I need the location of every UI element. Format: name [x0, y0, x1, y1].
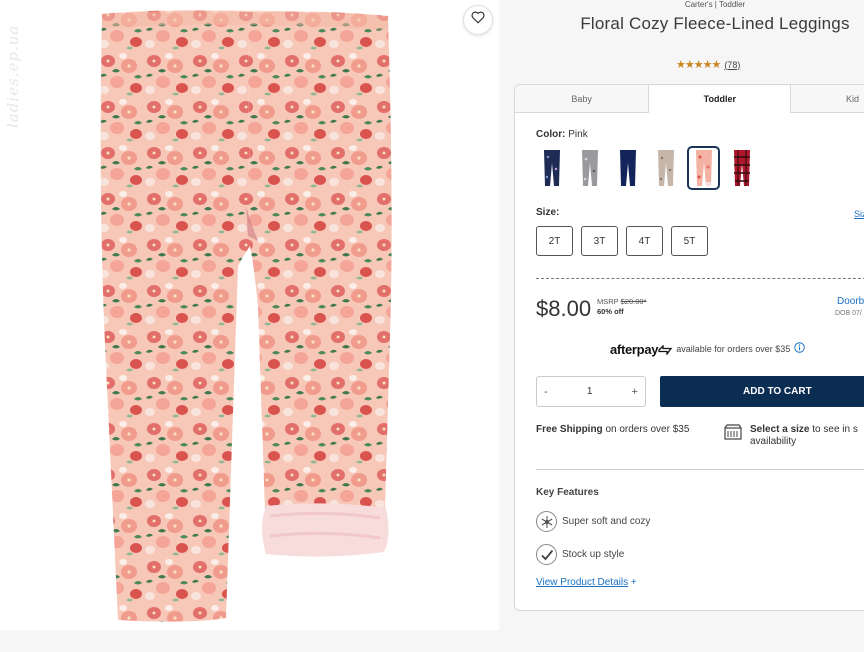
price-divider	[536, 278, 864, 279]
color-swatch-red-plaid[interactable]	[725, 146, 758, 190]
size-label-row: Size:	[536, 207, 559, 218]
color-label: Color:	[536, 129, 566, 140]
info-icon[interactable]	[794, 340, 805, 358]
feature-label: Stock up style	[562, 549, 625, 560]
color-swatch-pink-floral[interactable]	[687, 146, 720, 190]
feature-item: Stock up style	[536, 544, 624, 565]
watermark: ladies.ep.ua	[4, 24, 22, 128]
product-title: Floral Cozy Fleece-Lined Leggings	[580, 14, 850, 33]
view-product-details-link[interactable]: View Product Details +	[536, 577, 637, 588]
color-swatch-navy-print[interactable]	[535, 146, 568, 190]
tab-kid[interactable]: Kid	[791, 85, 864, 113]
product-image-area: ladies.ep.ua	[0, 0, 499, 630]
checkmark-icon	[536, 544, 557, 565]
size-options: 2T 3T 4T 5T	[536, 226, 708, 256]
afterpay-info: afterpay available for orders over $35	[610, 340, 805, 358]
msrp-block: MSRP $20.00* 60% off	[597, 297, 647, 317]
discount-percent: 60% off	[597, 307, 624, 316]
quantity-stepper: - 1 +	[536, 376, 646, 407]
color-swatches	[535, 146, 758, 190]
product-page: ladies.ep.ua Carter's | Toddler Floral C…	[0, 0, 864, 652]
rating: ★★★★★ (78)	[676, 58, 740, 71]
product-image[interactable]	[98, 6, 394, 626]
doorbuster-link[interactable]: Doorb	[837, 296, 864, 307]
tab-baby[interactable]: Baby	[515, 85, 649, 113]
doorbuster-date: DOB 07/	[835, 310, 862, 317]
features-divider	[536, 469, 864, 470]
free-shipping-info: Free Shipping on orders over $35	[536, 424, 689, 435]
size-option-3t[interactable]: 3T	[581, 226, 618, 256]
age-tabs: Baby Toddler Kid	[515, 85, 864, 113]
feature-label: Super soft and cozy	[562, 516, 651, 527]
feature-item: Super soft and cozy	[536, 511, 650, 532]
size-label: Size:	[536, 207, 560, 218]
size-guide-link[interactable]: Siz	[854, 209, 864, 219]
color-swatch-navy[interactable]	[611, 146, 644, 190]
snowflake-icon	[536, 511, 557, 532]
quantity-value[interactable]: 1	[587, 386, 593, 397]
size-option-4t[interactable]: 4T	[626, 226, 663, 256]
rating-stars: ★★★★★	[676, 59, 721, 71]
brand-breadcrumb: Carter's | Toddler	[684, 0, 746, 9]
afterpay-text: available for orders over $35	[676, 344, 791, 354]
free-shipping-bold: Free Shipping	[536, 424, 603, 435]
add-to-cart-button[interactable]: ADD TO CART	[660, 376, 864, 407]
store-availability[interactable]: Select a size to see in s availability	[724, 424, 858, 448]
store-availability-text: Select a size to see in s availability	[750, 424, 858, 447]
selected-color: Pink	[568, 129, 588, 140]
color-swatch-taupe-print[interactable]	[649, 146, 682, 190]
tab-toddler[interactable]: Toddler	[648, 85, 792, 113]
msrp-label: MSRP	[597, 297, 619, 306]
quantity-increase-button[interactable]: +	[632, 386, 638, 398]
key-features-title: Key Features	[536, 487, 599, 498]
quantity-decrease-button[interactable]: -	[544, 386, 548, 398]
product-options-card: Baby Toddler Kid Color: Pink Size: Si 2T…	[514, 84, 864, 611]
color-swatch-gray-print[interactable]	[573, 146, 606, 190]
favorite-button[interactable]	[463, 5, 493, 35]
msrp-value: $20.00*	[620, 297, 647, 306]
store-icon	[724, 424, 742, 448]
size-option-2t[interactable]: 2T	[536, 226, 573, 256]
color-label-row: Color: Pink	[536, 129, 588, 140]
free-shipping-text: on orders over $35	[602, 424, 690, 435]
size-option-5t[interactable]: 5T	[671, 226, 708, 256]
sale-price: $8.00	[536, 296, 592, 321]
heart-icon	[471, 11, 485, 29]
afterpay-logo: afterpay	[610, 342, 673, 357]
review-count-link[interactable]: (78)	[724, 60, 740, 70]
